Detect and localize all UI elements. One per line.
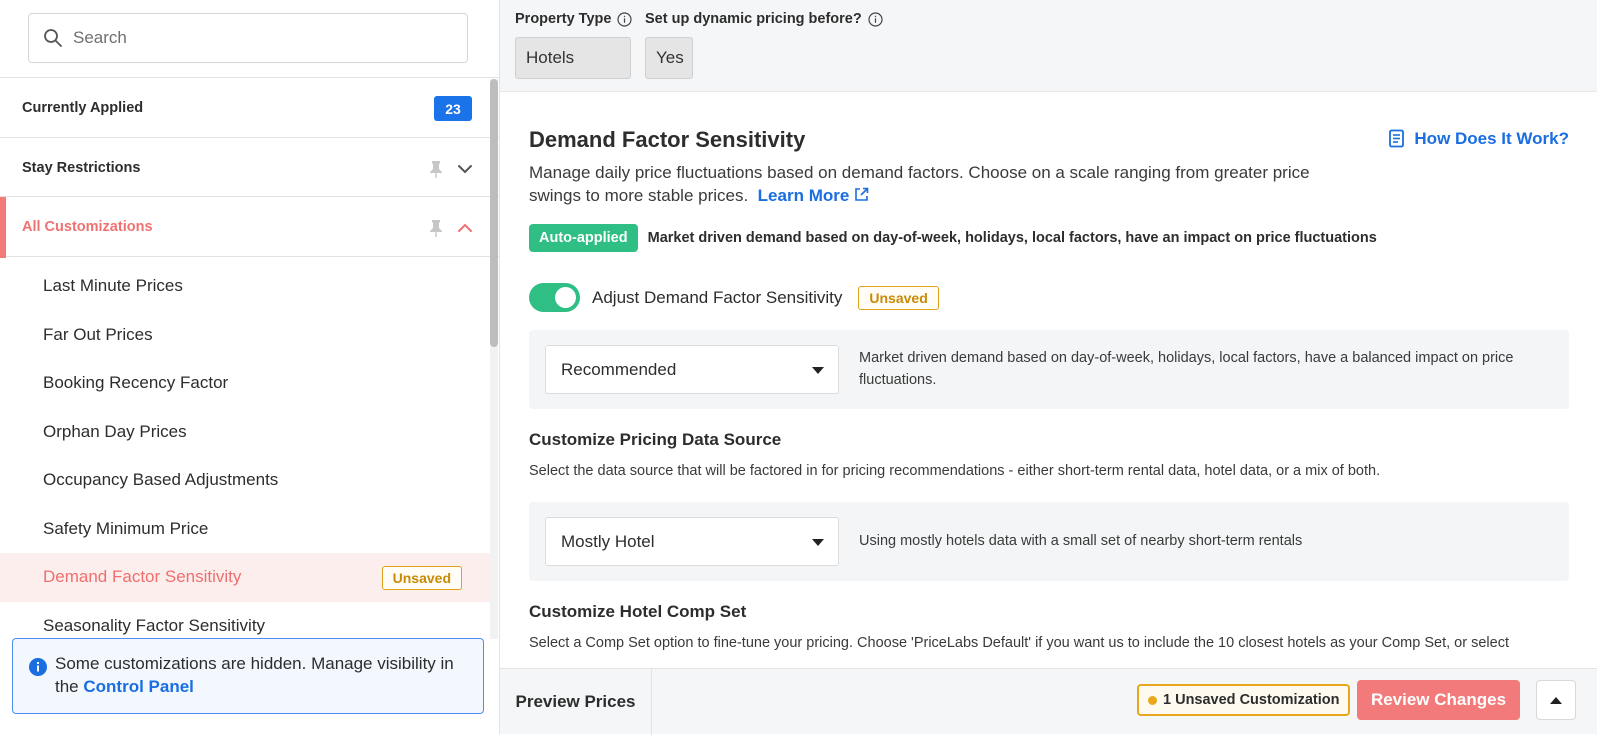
list-item-label: Orphan Day Prices — [43, 421, 187, 441]
unsaved-count-badge[interactable]: 1 Unsaved Customization — [1137, 684, 1351, 716]
caret-down-icon — [812, 539, 824, 546]
book-icon — [1389, 129, 1405, 148]
scroll-top-button[interactable] — [1536, 680, 1576, 720]
adjust-toggle-row: Adjust Demand Factor Sensitivity Unsaved — [529, 283, 939, 312]
page-title: Demand Factor Sensitivity — [529, 127, 806, 152]
learn-more-label: Learn More — [757, 186, 850, 205]
data-source-title: Customize Pricing Data Source — [529, 430, 782, 449]
toggle-label: Adjust Demand Factor Sensitivity — [592, 287, 843, 307]
dynamic-pricing-field[interactable]: Yes — [645, 37, 693, 79]
section-label: All Customizations — [22, 218, 153, 235]
search-icon — [44, 29, 62, 47]
action-footer: Preview Prices 1 Unsaved Customization R… — [500, 668, 1597, 735]
property-settings-bar: Property Type Hotels Set up dynamic pric… — [500, 0, 1597, 92]
review-changes-button[interactable]: Review Changes — [1357, 680, 1520, 720]
list-item-label: Demand Factor Sensitivity — [43, 567, 242, 587]
list-item-label: Last Minute Prices — [43, 276, 183, 296]
list-item-label: Far Out Prices — [43, 324, 153, 344]
how-does-it-work-link[interactable]: How Does It Work? — [1388, 129, 1569, 149]
comp-set-title: Customize Hotel Comp Set — [529, 602, 747, 621]
dynamic-pricing-label-text: Set up dynamic pricing before? — [645, 11, 862, 27]
toggle-knob — [555, 287, 576, 308]
list-item[interactable]: Booking Recency Factor — [0, 359, 490, 408]
list-item[interactable]: Safety Minimum Price — [0, 505, 490, 554]
external-link-icon — [855, 187, 869, 201]
scrollbar-thumb[interactable] — [490, 79, 498, 347]
list-item[interactable]: Far Out Prices — [0, 311, 490, 360]
property-type-label-text: Property Type — [515, 11, 612, 27]
control-panel-link[interactable]: Control Panel — [83, 677, 194, 696]
preview-prices-button[interactable]: Preview Prices — [500, 669, 652, 735]
caret-up-icon — [1550, 697, 1562, 704]
hidden-customizations-notice: Some customizations are hidden. Manage v… — [12, 638, 484, 714]
section-stay-restrictions[interactable]: Stay Restrictions — [0, 137, 499, 198]
data-source-description: Select the data source that will be fact… — [529, 463, 1381, 479]
info-icon[interactable] — [868, 11, 883, 27]
pin-icon[interactable] — [428, 160, 444, 178]
count-badge: 23 — [434, 96, 472, 121]
select-description: Using mostly hotels data with a small se… — [859, 533, 1303, 549]
section-label: Stay Restrictions — [22, 160, 141, 176]
unsaved-count-label: 1 Unsaved Customization — [1163, 692, 1340, 708]
pin-icon[interactable] — [428, 219, 444, 237]
info-icon[interactable] — [617, 11, 633, 27]
search-input[interactable] — [73, 28, 453, 48]
list-item-label: Safety Minimum Price — [43, 518, 209, 538]
unsaved-badge: Unsaved — [858, 285, 939, 310]
chevron-up-icon[interactable] — [456, 219, 474, 237]
property-type-label: Property Type — [515, 11, 633, 27]
customization-list: Last Minute Prices Far Out Prices Bookin… — [0, 262, 490, 650]
main-panel: Property Type Hotels Set up dynamic pric… — [500, 0, 1597, 735]
list-item-label: Booking Recency Factor — [43, 373, 229, 393]
status-dot — [1148, 695, 1157, 705]
auto-applied-badge: Auto-applied — [529, 224, 638, 252]
caret-down-icon — [812, 367, 824, 374]
select-description: Market driven demand based on day-of-wee… — [859, 350, 1514, 388]
section-currently-applied[interactable]: Currently Applied 23 — [0, 77, 499, 138]
adjust-demand-toggle[interactable] — [529, 283, 580, 312]
chevron-down-icon[interactable] — [456, 160, 474, 178]
learn-more-link[interactable]: Learn More — [753, 186, 869, 205]
list-item-active[interactable]: Demand Factor Sensitivity Unsaved — [0, 553, 490, 602]
auto-applied-text: Market driven demand based on day-of-wee… — [647, 230, 1377, 246]
demand-sensitivity-select[interactable]: Recommended — [545, 345, 839, 394]
how-link-label: How Does It Work? — [1414, 129, 1569, 148]
page-description: Manage daily price fluctuations based on… — [529, 161, 1349, 207]
list-item-label: Occupancy Based Adjustments — [43, 470, 279, 490]
list-item[interactable]: Occupancy Based Adjustments — [0, 456, 490, 505]
sidebar: Currently Applied 23 Stay Restrictions A… — [0, 0, 500, 734]
select-value: Mostly Hotel — [561, 531, 655, 551]
list-item[interactable]: Last Minute Prices — [0, 262, 490, 311]
data-source-panel: Mostly Hotel Using mostly hotels data wi… — [529, 502, 1569, 581]
dynamic-pricing-label: Set up dynamic pricing before? — [645, 11, 883, 27]
sidebar-scrollbar[interactable] — [490, 79, 498, 639]
comp-set-description: Select a Comp Set option to fine-tune yo… — [529, 635, 1509, 651]
info-icon — [29, 658, 47, 676]
section-label: Currently Applied — [22, 100, 144, 116]
search-box[interactable] — [28, 13, 468, 63]
list-item-label: Seasonality Factor Sensitivity — [43, 615, 266, 635]
demand-sensitivity-panel: Recommended Market driven demand based o… — [529, 330, 1569, 409]
unsaved-badge: Unsaved — [381, 566, 462, 590]
select-value: Recommended — [561, 359, 677, 379]
auto-applied-row: Auto-applied Market driven demand based … — [529, 224, 1377, 252]
list-item[interactable]: Orphan Day Prices — [0, 408, 490, 457]
section-all-customizations[interactable]: All Customizations — [0, 196, 499, 258]
description-text: Manage daily price fluctuations based on… — [529, 163, 1310, 205]
property-type-field[interactable]: Hotels — [515, 37, 631, 79]
data-source-select[interactable]: Mostly Hotel — [545, 517, 839, 566]
